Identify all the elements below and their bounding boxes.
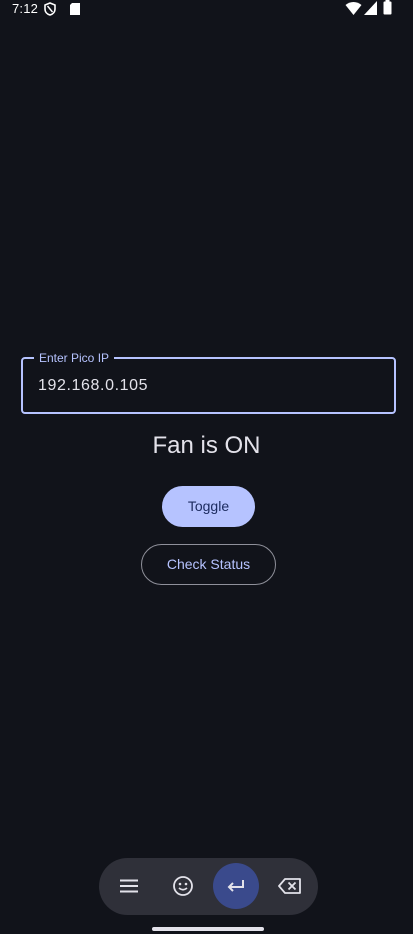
keyboard-toolbar — [99, 858, 318, 915]
pico-ip-value[interactable]: 192.168.0.105 — [38, 377, 148, 395]
toggle-button[interactable]: Toggle — [162, 486, 255, 527]
pico-ip-input[interactable]: Enter Pico IP 192.168.0.105 — [21, 350, 396, 414]
backspace-icon — [278, 878, 301, 894]
menu-icon — [120, 879, 138, 893]
status-time: 7:12 — [12, 1, 39, 16]
wifi-icon — [345, 2, 362, 15]
enter-icon — [227, 880, 244, 892]
emoji-icon — [173, 876, 193, 896]
check-status-button[interactable]: Check Status — [141, 544, 276, 585]
keyboard-backspace-button[interactable] — [266, 863, 312, 909]
keyboard-enter-button[interactable] — [213, 863, 259, 909]
pico-ip-label: Enter Pico IP — [34, 350, 115, 366]
cell-signal-icon — [364, 1, 377, 15]
vpn-shield-icon — [44, 2, 56, 16]
sd-card-icon — [70, 3, 80, 15]
battery-icon — [383, 0, 392, 15]
keyboard-menu-button[interactable] — [106, 863, 152, 909]
gesture-nav-handle[interactable] — [152, 927, 264, 931]
fan-status-text: Fan is ON — [152, 432, 261, 459]
keyboard-emoji-button[interactable] — [160, 863, 206, 909]
status-bar: 7:12 — [0, 0, 413, 18]
